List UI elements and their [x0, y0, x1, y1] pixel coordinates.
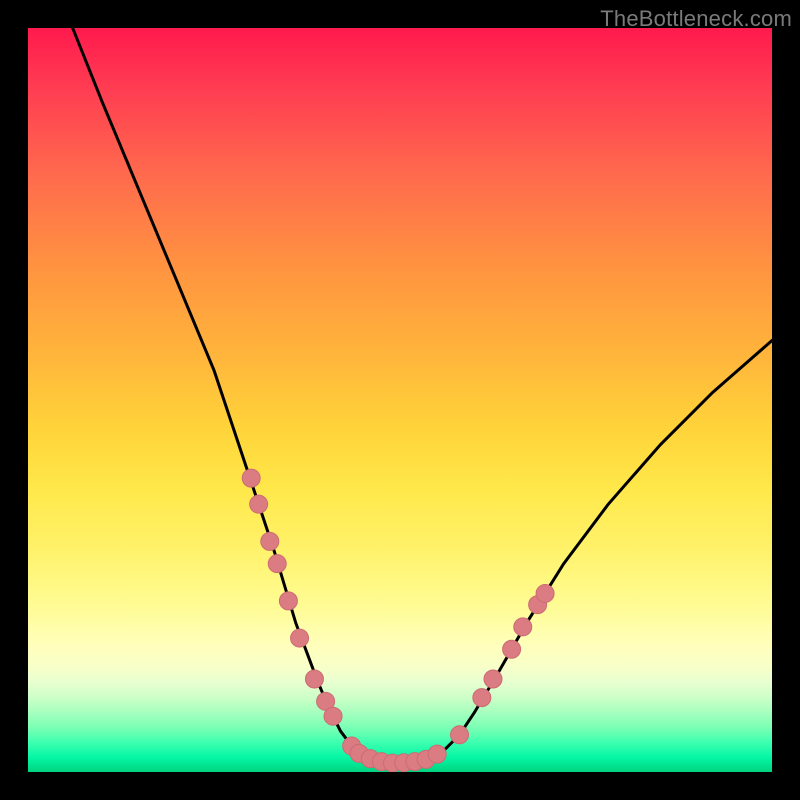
curve-marker: [514, 618, 532, 636]
curve-marker: [473, 689, 491, 707]
curve-marker: [428, 745, 446, 763]
curve-marker: [305, 670, 323, 688]
curve-marker: [279, 592, 297, 610]
curve-marker: [451, 726, 469, 744]
bottleneck-curve: [73, 28, 772, 763]
plot-area: [28, 28, 772, 772]
curve-marker: [484, 670, 502, 688]
curve-marker: [503, 640, 521, 658]
curve-marker: [536, 584, 554, 602]
curve-marker: [268, 555, 286, 573]
marker-group: [242, 469, 554, 772]
curve-marker: [261, 532, 279, 550]
chart-frame: TheBottleneck.com: [0, 0, 800, 800]
curve-marker: [291, 629, 309, 647]
bottleneck-curve-svg: [28, 28, 772, 772]
curve-marker: [242, 469, 260, 487]
curve-marker: [250, 495, 268, 513]
curve-marker: [324, 707, 342, 725]
